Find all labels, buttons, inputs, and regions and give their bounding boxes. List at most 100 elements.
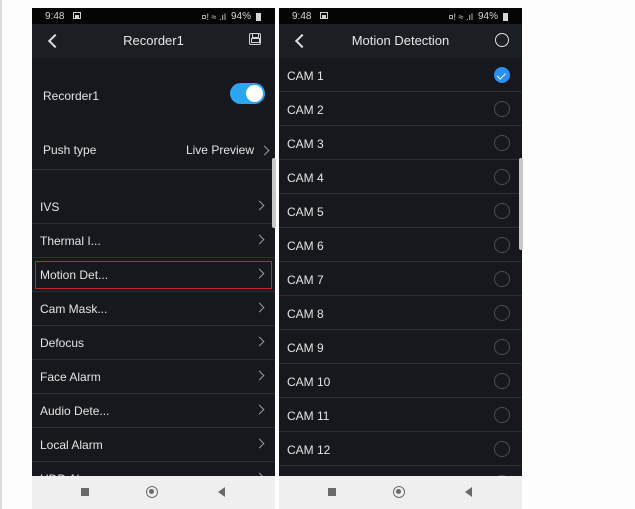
- battery-icon: [503, 12, 508, 21]
- menu-item-label: Motion Det...: [40, 268, 109, 282]
- camera-row[interactable]: CAM 9: [279, 330, 522, 364]
- page-title: Motion Detection: [351, 33, 450, 48]
- menu-item[interactable]: Local Alarm: [32, 428, 275, 462]
- recorder-toggle-label: Recorder1: [43, 89, 100, 103]
- recorder-toggle-row: Recorder1: [32, 58, 275, 132]
- chevron-right-icon: [254, 200, 265, 211]
- unchecked-circle-icon[interactable]: [494, 441, 510, 457]
- unchecked-circle-icon[interactable]: [494, 237, 510, 253]
- unchecked-circle-icon[interactable]: [494, 135, 510, 151]
- camera-label: CAM 6: [287, 239, 324, 253]
- menu-item[interactable]: IVS: [32, 190, 275, 224]
- chevron-right-icon: [254, 438, 265, 449]
- camera-row[interactable]: CAM 1: [279, 58, 522, 92]
- camera-label: CAM 4: [287, 171, 324, 185]
- chevron-right-icon: [254, 234, 265, 245]
- menu-item-label: Thermal I...: [40, 234, 101, 248]
- camera-label: CAM 3: [287, 137, 324, 151]
- menu-item-label: Cam Mask...: [40, 302, 108, 316]
- menu-item[interactable]: Motion Det...: [32, 258, 275, 292]
- chevron-right-icon: [254, 336, 265, 347]
- unchecked-circle-icon[interactable]: [494, 305, 510, 321]
- camera-label: CAM 8: [287, 307, 324, 321]
- unchecked-circle-icon[interactable]: [494, 271, 510, 287]
- motion-detection-screen: 9:48 ¤! ≈ .ıl 94% Motion Detection CAM 1…: [279, 8, 522, 509]
- status-bar: 9:48 ¤! ≈ .ıl 94%: [279, 8, 522, 24]
- menu-item-label: IVS: [40, 200, 60, 214]
- camera-label: CAM 2: [287, 103, 324, 117]
- camera-row[interactable]: CAM 7: [279, 262, 522, 296]
- android-nav-bar: [279, 476, 522, 509]
- image-notification-icon: [73, 12, 81, 19]
- camera-row[interactable]: CAM 11: [279, 398, 522, 432]
- menu-item[interactable]: Cam Mask...: [32, 292, 275, 326]
- menu-item-label: Local Alarm: [40, 438, 103, 452]
- camera-row[interactable]: CAM 10: [279, 364, 522, 398]
- menu-item[interactable]: Thermal I...: [32, 224, 275, 258]
- battery-percent: 94%: [230, 11, 251, 22]
- camera-row[interactable]: CAM 2: [279, 92, 522, 126]
- menu-item-label: Defocus: [40, 336, 85, 350]
- right-scrollbar[interactable]: [519, 158, 523, 250]
- nav-back-icon[interactable]: [465, 487, 472, 497]
- recorder-toggle-switch[interactable]: [230, 83, 265, 104]
- left-scrollbar[interactable]: [272, 158, 276, 228]
- signal-icons: ¤! ≈ .ıl: [201, 11, 226, 22]
- unchecked-circle-icon[interactable]: [494, 339, 510, 355]
- menu-item[interactable]: HDD Alarm: [32, 462, 275, 476]
- camera-label: CAM 11: [287, 409, 330, 423]
- camera-row[interactable]: CAM 4: [279, 160, 522, 194]
- page-edge-divider: [0, 0, 2, 509]
- camera-row[interactable]: CAM 3: [279, 126, 522, 160]
- save-icon[interactable]: [249, 33, 261, 45]
- camera-list: CAM 1 CAM 2 CAM 3 CAM 4 CAM 5 CAM 6 CAM 7 CAM 8…: [279, 58, 522, 476]
- camera-label: CAM 5: [287, 205, 324, 219]
- chevron-right-icon: [254, 404, 265, 415]
- app-header: Recorder1: [32, 24, 275, 58]
- image-notification-icon: [320, 12, 328, 19]
- unchecked-circle-icon[interactable]: [494, 169, 510, 185]
- camera-row[interactable]: CAM 13: [279, 466, 522, 476]
- unchecked-circle-icon[interactable]: [494, 407, 510, 423]
- home-icon[interactable]: [146, 486, 158, 498]
- app-header: Motion Detection: [279, 24, 522, 58]
- battery-percent: 94%: [477, 11, 498, 22]
- menu-item[interactable]: Face Alarm: [32, 360, 275, 394]
- recents-icon[interactable]: [328, 488, 336, 496]
- camera-label: CAM 10: [287, 375, 331, 389]
- chevron-right-icon: [259, 145, 270, 156]
- android-nav-bar: [32, 476, 275, 509]
- chevron-right-icon: [254, 370, 265, 381]
- signal-icons: ¤! ≈ .ıl: [448, 11, 473, 22]
- status-time: 9:48: [292, 11, 312, 22]
- menu-item-label: Face Alarm: [40, 370, 101, 384]
- camera-row[interactable]: CAM 5: [279, 194, 522, 228]
- status-bar: 9:48 ¤! ≈ .ıl 94%: [32, 8, 275, 24]
- menu-item-label: Audio Dete...: [40, 404, 110, 418]
- camera-row[interactable]: CAM 8: [279, 296, 522, 330]
- unchecked-circle-icon[interactable]: [494, 373, 510, 389]
- menu-item[interactable]: Audio Dete...: [32, 394, 275, 428]
- camera-row[interactable]: CAM 12: [279, 432, 522, 466]
- push-type-label: Push type: [43, 143, 97, 157]
- push-type-value: Live Preview: [185, 143, 254, 157]
- recorder-settings-screen: 9:48 ¤! ≈ .ıl 94% Recorder1 Recorder1 Pu…: [32, 8, 275, 509]
- camera-label: CAM 9: [287, 341, 324, 355]
- unchecked-circle-icon[interactable]: [494, 203, 510, 219]
- menu-item[interactable]: Defocus: [32, 326, 275, 360]
- page-title: Recorder1: [123, 33, 184, 48]
- unchecked-circle-icon[interactable]: [494, 101, 510, 117]
- nav-back-icon[interactable]: [218, 487, 225, 497]
- camera-row[interactable]: CAM 6: [279, 228, 522, 262]
- home-icon[interactable]: [393, 486, 405, 498]
- settings-list: Recorder1 Push type Live Preview IVS Ther…: [32, 58, 275, 476]
- camera-label: CAM 12: [287, 443, 331, 457]
- camera-label: CAM 7: [287, 273, 324, 287]
- recents-icon[interactable]: [81, 488, 89, 496]
- select-all-radio-icon[interactable]: [495, 33, 509, 47]
- push-type-row[interactable]: Push type Live Preview: [32, 132, 275, 170]
- chevron-right-icon: [254, 302, 265, 313]
- checked-circle-icon[interactable]: [494, 67, 510, 83]
- battery-icon: [256, 12, 261, 21]
